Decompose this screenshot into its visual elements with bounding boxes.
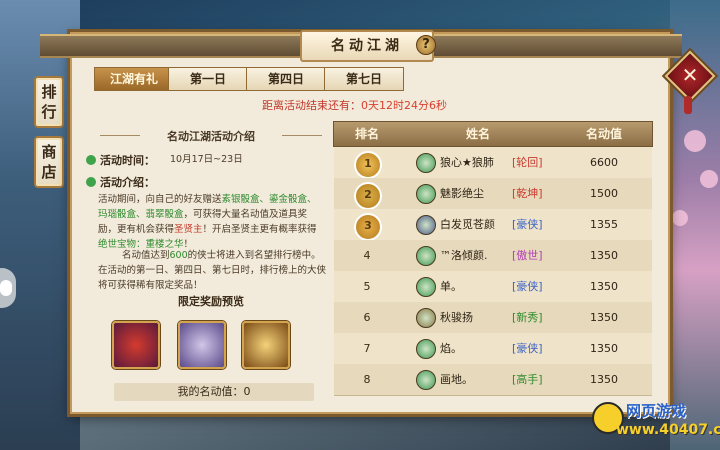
class-emblem-icon (416, 370, 436, 390)
player-name: 秋骏扬 (440, 311, 473, 324)
table-row[interactable]: 4 ™洛倾颜. [傲世] 1350 (334, 240, 652, 272)
fame-value: 1350 (590, 311, 618, 324)
player-name: 画地。 (440, 373, 473, 386)
player-name: 焰。 (440, 342, 462, 355)
info-section-title: 名动江湖活动介绍 (96, 128, 326, 144)
player-title: [傲世] (512, 249, 543, 262)
rank-cell: 8 (363, 373, 371, 386)
blossom-decoration (700, 170, 718, 188)
reward-item-armor[interactable] (178, 321, 226, 369)
rank-cell: 6 (363, 311, 371, 324)
rank-label: 排 (41, 83, 57, 101)
ranking-table-header: 排名 姓名 名动值 (333, 121, 653, 147)
table-row[interactable]: 3 白发觅苍颜 [豪侠] 1355 (334, 209, 652, 241)
player-name: 魅影绝尘 (440, 187, 484, 200)
header-rank: 排名 (354, 127, 379, 141)
table-row[interactable]: 6 秋骏扬 [新秀] 1350 (334, 302, 652, 334)
countdown-text: 距离活动结束还有：0天12时24分6秒 (262, 97, 462, 113)
rank-medal-icon: 2 (354, 182, 382, 210)
player-title: [新秀] (512, 311, 543, 324)
logo-line-2: www.40407.com (616, 422, 720, 438)
player-title: [豪侠] (512, 342, 543, 355)
player-title: [豪侠] (512, 280, 543, 293)
help-icon[interactable]: ? (416, 35, 436, 55)
reward-preview-title: 限定奖励预览 (178, 295, 244, 308)
time-value: 10月17日~23日 (170, 154, 243, 165)
rank-cell: 4 (363, 249, 371, 262)
intro-paragraph-1: 活动期间，向自己的好友赠送素银骰盒、鎏金骰盒、玛瑙骰盒、翡翠骰盒，可获得大量名动… (98, 194, 317, 250)
shop-label: 商 (41, 143, 57, 161)
logo-line-1: 网页游戏 (626, 402, 687, 420)
class-emblem-icon (416, 308, 436, 328)
header-name: 姓名 (465, 127, 490, 141)
class-emblem-icon (416, 215, 436, 235)
tab-day-four[interactable]: 第四日 (246, 67, 326, 91)
table-row[interactable]: 8 画地。 [高手] 1350 (334, 364, 652, 396)
fame-value: 1350 (590, 280, 618, 293)
table-row[interactable]: 7 焰。 [豪侠] 1350 (334, 333, 652, 365)
countdown-label: 距离活动结束还有： (262, 99, 361, 112)
tab-day-one[interactable]: 第一日 (168, 67, 248, 91)
header-value: 名动值 (585, 127, 622, 141)
rank-cell: 5 (363, 280, 371, 293)
time-label: 活动时间： (100, 154, 155, 167)
fame-value: 1350 (590, 249, 618, 262)
sidebar-shop-button[interactable]: 商 店 (34, 136, 64, 188)
intro-paragraph-2: 名动值达到600的侠士将进入到名望排行榜中。在活动的第一日、第四日、第七日时，排… (98, 250, 327, 291)
rank-cell: 3 (334, 209, 400, 241)
player-title: [高手] (512, 373, 543, 386)
class-emblem-icon (416, 153, 436, 173)
reward-item-pouch[interactable] (242, 321, 290, 369)
bullet-icon (86, 155, 96, 165)
player-name: 狼心★狼肺 (440, 156, 494, 169)
class-emblem-icon (416, 184, 436, 204)
player-title: [乾坤] (512, 187, 543, 200)
fame-value: 1350 (590, 373, 618, 386)
blossom-decoration (672, 210, 688, 226)
player-title: [轮回] (512, 156, 543, 169)
tab-gifts[interactable]: 江湖有礼 (94, 67, 174, 91)
player-title: [豪侠] (512, 218, 543, 231)
my-score: 我的名动值：0 (114, 383, 314, 401)
rank-label: 行 (41, 103, 57, 121)
window-title: 名动江湖 (300, 30, 434, 62)
reward-item-dragon[interactable] (112, 321, 160, 369)
class-emblem-icon (416, 277, 436, 297)
background-scene-left (0, 0, 80, 450)
rank-cell: 1 (334, 147, 400, 179)
player-name: ™洛倾颜. (440, 249, 488, 262)
table-row[interactable]: 2 魅影绝尘 [乾坤] 1500 (334, 178, 652, 210)
close-icon: ✕ (681, 63, 699, 87)
rank-cell: 2 (334, 178, 400, 210)
player-name: 单。 (440, 280, 462, 293)
fame-value: 1355 (590, 218, 618, 231)
intro-label: 活动介绍： (100, 176, 155, 189)
fame-value: 6600 (590, 156, 618, 169)
rank-medal-icon: 3 (354, 213, 382, 241)
rank-medal-icon: 1 (354, 151, 382, 179)
class-emblem-icon (416, 339, 436, 359)
shop-label: 店 (41, 163, 57, 181)
table-row[interactable]: 5 单。 [豪侠] 1350 (334, 271, 652, 303)
blossom-decoration (684, 130, 706, 152)
tassel-decoration (684, 96, 692, 114)
table-row[interactable]: 1 狼心★狼肺 [轮回] 6600 (334, 147, 652, 179)
player-name: 白发觅苍颜 (440, 218, 495, 231)
rank-cell: 7 (363, 342, 371, 355)
class-emblem-icon (416, 246, 436, 266)
tab-day-seven[interactable]: 第七日 (324, 67, 404, 91)
fame-value: 1350 (590, 342, 618, 355)
countdown-value: 0天12时24分6秒 (361, 99, 447, 112)
bullet-icon (86, 177, 96, 187)
site-watermark-logo: 网页游戏 www.40407.com (592, 398, 720, 444)
sidebar-rank-button[interactable]: 排 行 (34, 76, 64, 128)
fame-value: 1500 (590, 187, 618, 200)
